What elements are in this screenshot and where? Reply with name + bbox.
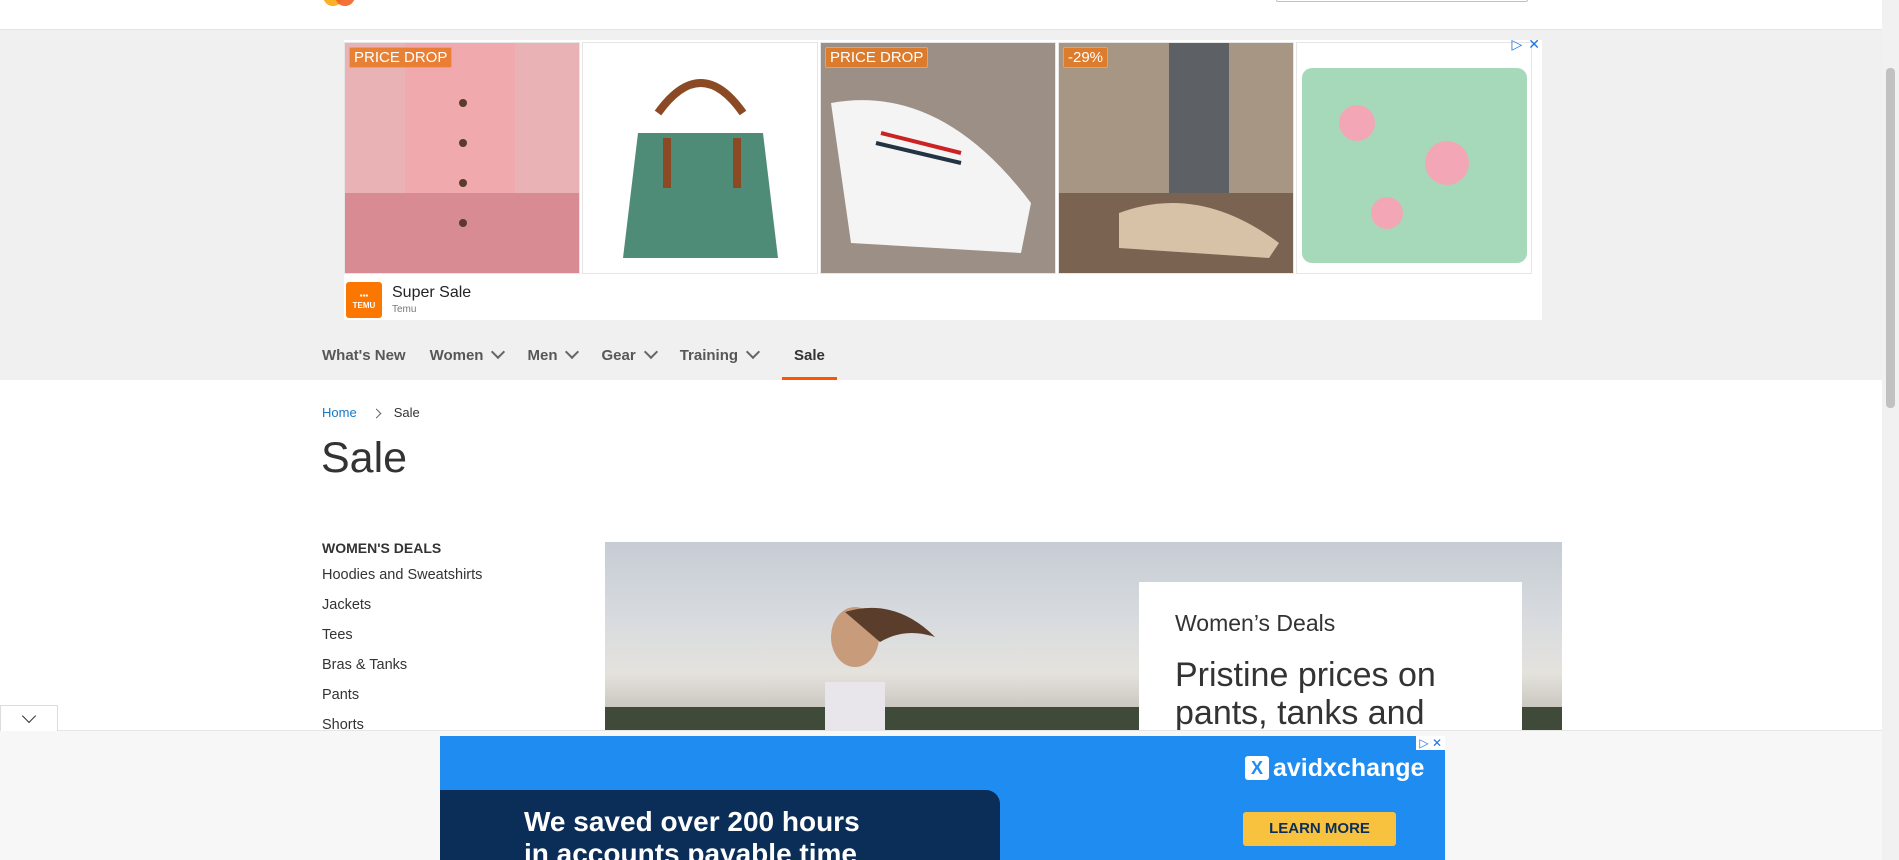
brand-logo-text: TEMU xyxy=(352,301,376,310)
ad-product-tile[interactable] xyxy=(1296,42,1532,274)
close-icon[interactable]: ✕ xyxy=(1432,736,1442,750)
promo-headline: Pristine prices on pants, tanks and xyxy=(1175,656,1436,730)
sidebar-link-tees[interactable]: Tees xyxy=(322,627,482,657)
ad-headline-line2: in accounts payable time xyxy=(524,838,857,860)
search-input[interactable] xyxy=(1276,0,1528,2)
nav-women[interactable]: Women xyxy=(429,330,506,380)
page-title: Sale xyxy=(321,434,408,482)
nav-men[interactable]: Men xyxy=(527,330,580,380)
handbag-image xyxy=(583,43,817,273)
collapse-ad-button[interactable] xyxy=(0,705,58,731)
nav-label: What's New xyxy=(322,346,406,364)
sneakers-image xyxy=(821,43,1055,273)
sidebar-link-jackets[interactable]: Jackets xyxy=(322,597,482,627)
breadcrumb: Home Sale xyxy=(322,405,420,420)
floral-case-image xyxy=(1297,43,1531,273)
ad-product-tile[interactable]: -29% xyxy=(1058,42,1294,274)
sandals-image xyxy=(1059,43,1293,273)
bottom-ad-banner[interactable]: We saved over 200 hours in accounts payab… xyxy=(440,736,1445,860)
temu-logo-icon: ▪▪▪ TEMU xyxy=(346,282,382,318)
nav-whats-new[interactable]: What's New xyxy=(322,330,406,380)
brand-name: avidxchange xyxy=(1273,754,1425,782)
hero-banner[interactable]: Women’s Deals Pristine prices on pants, … xyxy=(605,542,1562,730)
sidebar-link-pants[interactable]: Pants xyxy=(322,687,482,717)
hero-promo-card[interactable]: Women’s Deals Pristine prices on pants, … xyxy=(1139,582,1522,730)
chevron-down-icon xyxy=(21,708,37,724)
ad-headline: We saved over 200 hours in accounts payab… xyxy=(524,806,860,860)
ad-headline-line1: We saved over 200 hours xyxy=(524,806,860,837)
nav-label: Women xyxy=(429,346,484,364)
sidebar-deals: WOMEN'S DEALS Hoodies and Sweatshirts Ja… xyxy=(322,540,482,747)
adchoices-icon[interactable]: ▷ xyxy=(1511,36,1522,52)
sidebar-link-hoodies[interactable]: Hoodies and Sweatshirts xyxy=(322,567,482,597)
ad-controls[interactable]: ▷ ✕ xyxy=(1416,736,1445,750)
close-icon[interactable]: ✕ xyxy=(1528,36,1540,52)
breadcrumb-home-link[interactable]: Home xyxy=(322,405,357,420)
ad-product-tile[interactable]: PRICE DROP xyxy=(820,42,1056,274)
sidebar-link-bras-tanks[interactable]: Bras & Tanks xyxy=(322,657,482,687)
ad-controls[interactable]: ▷ ✕ xyxy=(1505,36,1540,53)
breadcrumb-current: Sale xyxy=(393,405,420,420)
logo-icon[interactable] xyxy=(323,0,363,6)
chevron-down-icon xyxy=(643,344,658,360)
ad-title[interactable]: Super Sale xyxy=(392,284,471,302)
promo-kicker: Women’s Deals xyxy=(1175,610,1336,636)
avidxchange-logo: Xavidxchange xyxy=(1245,754,1424,783)
ad-product-tile[interactable]: PRICE DROP xyxy=(344,42,580,274)
main-nav: What's New Women Men Gear Training Sale xyxy=(322,330,849,380)
nav-label: Training xyxy=(679,346,739,364)
nav-label: Gear xyxy=(601,346,636,364)
runner-image xyxy=(825,607,935,730)
sidebar-heading: WOMEN'S DEALS xyxy=(322,540,442,556)
ad-advertiser: Temu xyxy=(392,304,417,315)
cardigan-image xyxy=(345,43,579,273)
nav-sale[interactable]: Sale xyxy=(782,330,837,380)
ad-footer[interactable]: ▪▪▪ TEMU Super Sale Temu xyxy=(344,280,1542,320)
nav-label: Sale xyxy=(794,346,825,364)
top-ad-banner[interactable]: PRICE DROP PRICE DROP -29% ▷ ✕ ▪▪▪ TEMU Su… xyxy=(344,36,1542,320)
chevron-down-icon xyxy=(565,344,580,360)
price-drop-badge: PRICE DROP xyxy=(825,47,929,68)
chevron-down-icon xyxy=(491,344,506,360)
price-drop-badge: PRICE DROP xyxy=(349,47,453,68)
nav-label: Men xyxy=(527,346,558,364)
learn-more-button[interactable]: LEARN MORE xyxy=(1243,812,1396,846)
ad-product-tile[interactable] xyxy=(582,42,818,274)
chevron-down-icon xyxy=(745,344,761,360)
discount-badge: -29% xyxy=(1063,47,1109,68)
top-header xyxy=(0,0,1882,30)
scrollbar-thumb[interactable] xyxy=(1886,68,1895,408)
adchoices-icon[interactable]: ▷ xyxy=(1419,736,1428,750)
nav-training[interactable]: Training xyxy=(679,330,761,380)
chevron-right-icon xyxy=(371,408,382,419)
nav-gear[interactable]: Gear xyxy=(601,330,658,380)
avidxchange-mark-icon: X xyxy=(1245,756,1269,780)
